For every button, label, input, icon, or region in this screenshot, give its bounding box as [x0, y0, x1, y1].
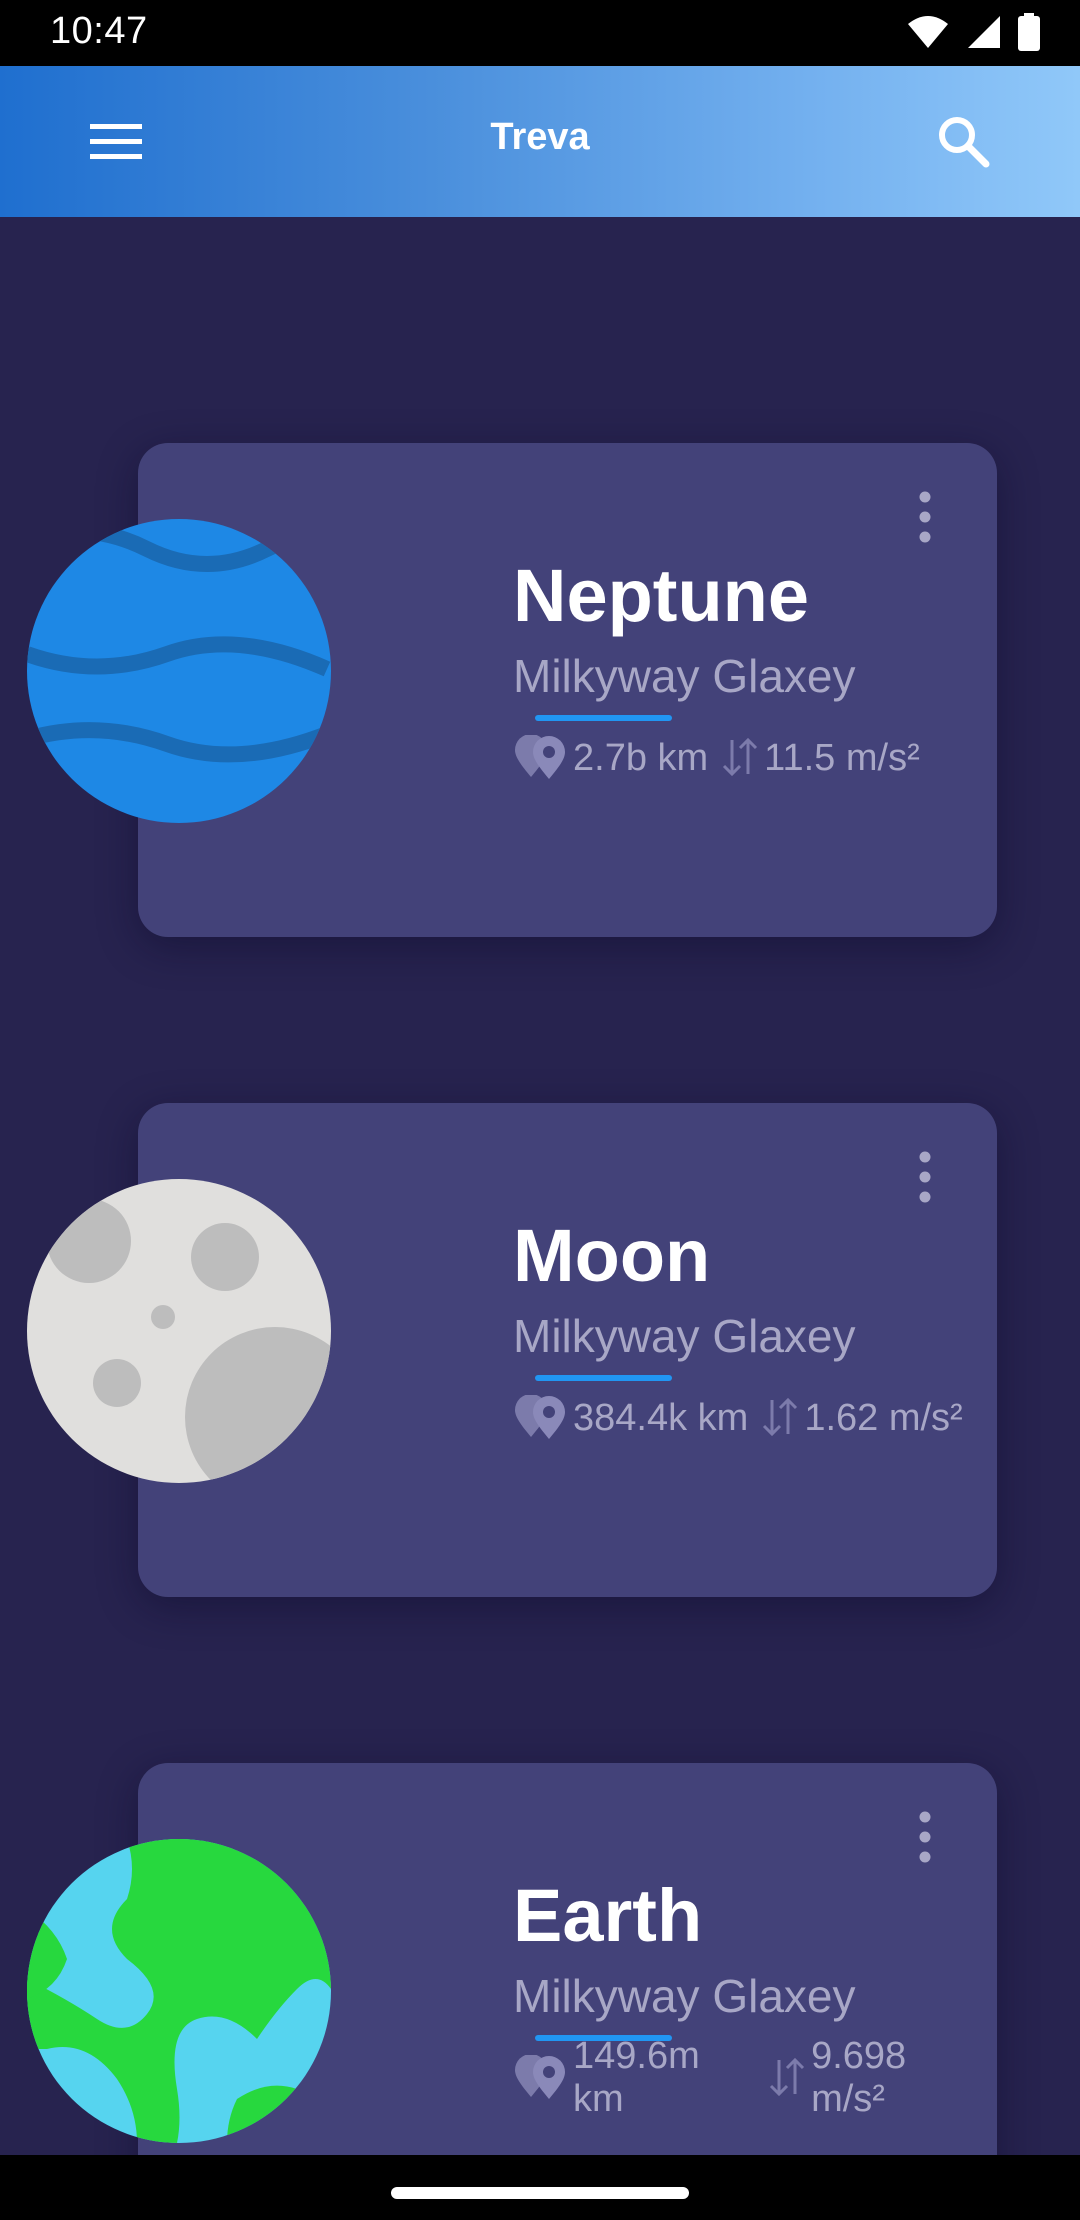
planet-distance: 149.6m km [573, 2035, 700, 2120]
planet-distance: 384.4k km [573, 1396, 749, 1439]
more-vert-icon[interactable] [905, 1147, 945, 1207]
planet-galaxy: Milkyway Glaxey [513, 650, 856, 702]
planet-distance: 2.7b km [573, 736, 709, 779]
location-pin-icon [515, 735, 565, 779]
planet-stats: 384.4k km 1.62 m/s² [513, 1393, 975, 1443]
app-title: Treva [490, 116, 590, 158]
moon-planet-icon [27, 1179, 331, 1483]
status-icons [906, 12, 1040, 52]
planet-name: Moon [513, 1214, 711, 1297]
planet-gravity: 11.5 m/s² [764, 736, 920, 779]
accent-underline [535, 1375, 672, 1381]
gravity-arrows-icon [770, 2057, 805, 2097]
gravity-arrows-icon [763, 1397, 798, 1437]
gravity-arrows-icon [723, 737, 758, 777]
planet-galaxy: Milkyway Glaxey [513, 1310, 856, 1362]
planet-gravity: 9.698 m/s² [811, 2035, 907, 2120]
more-vert-icon[interactable] [905, 1807, 945, 1867]
planet-stats: 149.6m km 9.698 m/s² [513, 2035, 997, 2120]
planet-galaxy: Milkyway Glaxey [513, 1970, 856, 2022]
battery-icon [1018, 13, 1040, 51]
signal-icon [968, 16, 1000, 48]
app-bar: Treva [0, 66, 1080, 217]
planet-stats: 2.7b km 11.5 m/s² [513, 733, 932, 783]
more-vert-icon[interactable] [905, 487, 945, 547]
status-time: 10:47 [50, 10, 148, 52]
location-pin-icon [515, 2055, 565, 2099]
planet-gravity: 1.62 m/s² [804, 1396, 963, 1439]
neptune-planet-icon [27, 519, 331, 823]
status-bar: 10:47 [0, 0, 1080, 66]
wifi-icon [908, 16, 948, 48]
planet-name: Earth [513, 1874, 703, 1957]
planet-list: Neptune Milkyway Glaxey 2.7b km 11.5 m/s… [0, 217, 1080, 2155]
planet-name: Neptune [513, 554, 809, 637]
accent-underline [535, 715, 672, 721]
home-gesture-bar[interactable] [391, 2187, 689, 2199]
location-pin-icon [515, 1395, 565, 1439]
earth-planet-icon [27, 1839, 331, 2143]
navigation-bar [0, 2155, 1080, 2220]
search-icon[interactable] [936, 114, 992, 170]
